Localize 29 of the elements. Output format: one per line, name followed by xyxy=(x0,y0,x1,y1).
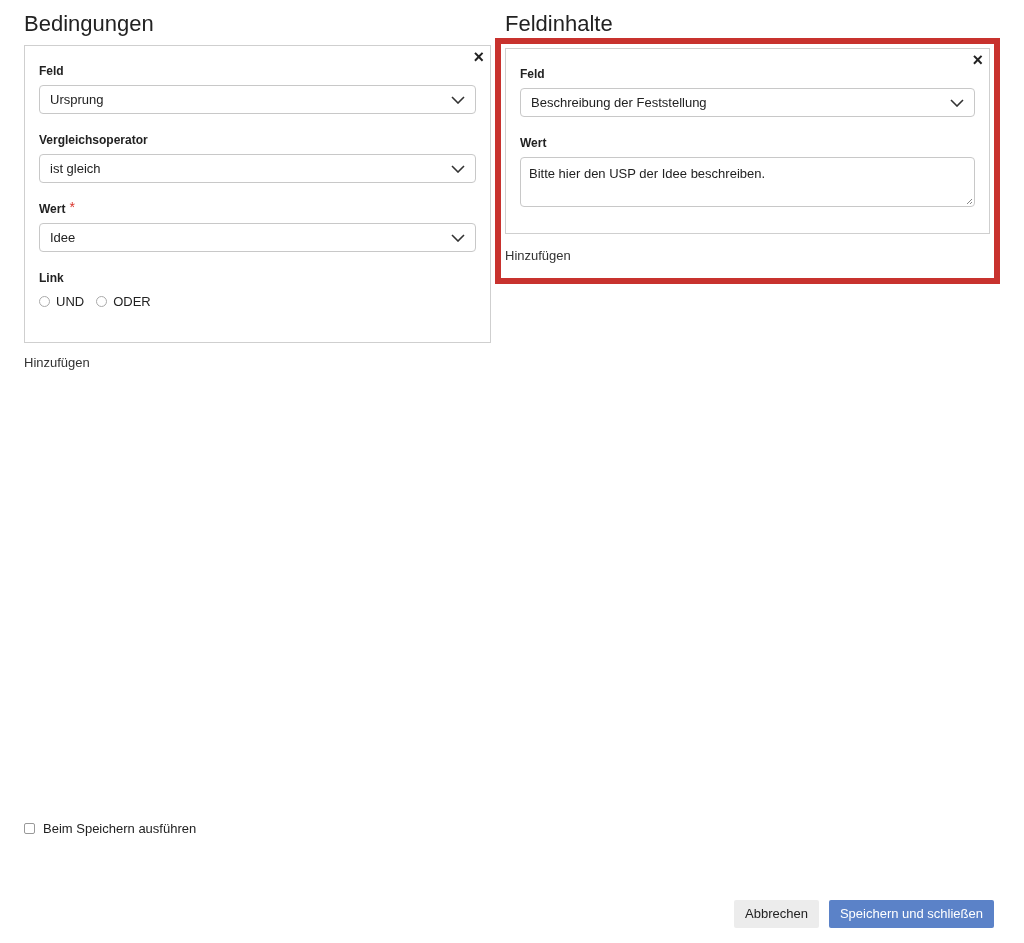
resize-handle-icon xyxy=(966,198,973,205)
add-link[interactable]: Hinzufügen xyxy=(24,352,90,372)
section-heading: Feldinhalte xyxy=(505,10,614,38)
checkbox[interactable] xyxy=(24,822,35,834)
field-label: Feld xyxy=(520,66,545,83)
radio-label[interactable]: UND xyxy=(56,292,85,312)
select-field[interactable]: ist gleich xyxy=(39,154,476,183)
select-field[interactable]: Idee xyxy=(39,223,476,252)
chevron-down-icon xyxy=(451,164,465,173)
radio-label[interactable]: ODER xyxy=(113,292,151,312)
section-heading: Bedingungen xyxy=(24,10,155,38)
chevron-down-icon xyxy=(451,95,465,104)
field-label: Feld xyxy=(39,63,64,80)
add-link[interactable]: Hinzufügen xyxy=(505,246,571,266)
cancel-button[interactable]: Abbrechen xyxy=(734,900,819,928)
checkbox-label[interactable]: Beim Speichern ausführen xyxy=(43,818,197,838)
chevron-down-icon xyxy=(950,98,964,107)
close-button[interactable]: × xyxy=(471,48,486,66)
close-button[interactable]: × xyxy=(970,51,985,69)
save-close-button[interactable]: Speichern und schließen xyxy=(828,900,994,928)
select-field[interactable]: Ursprung xyxy=(39,85,476,114)
field-label: Vergleichsoperator xyxy=(39,132,148,149)
field-label: Link xyxy=(39,270,64,287)
required-mark: * xyxy=(69,197,75,217)
select-field[interactable]: Beschreibung der Feststellung xyxy=(520,88,975,117)
field-label: Wert xyxy=(39,201,66,218)
chevron-down-icon xyxy=(451,233,465,242)
field-label: Wert xyxy=(520,135,547,152)
text-area[interactable]: Bitte hier den USP der Idee beschreiben. xyxy=(520,157,975,207)
